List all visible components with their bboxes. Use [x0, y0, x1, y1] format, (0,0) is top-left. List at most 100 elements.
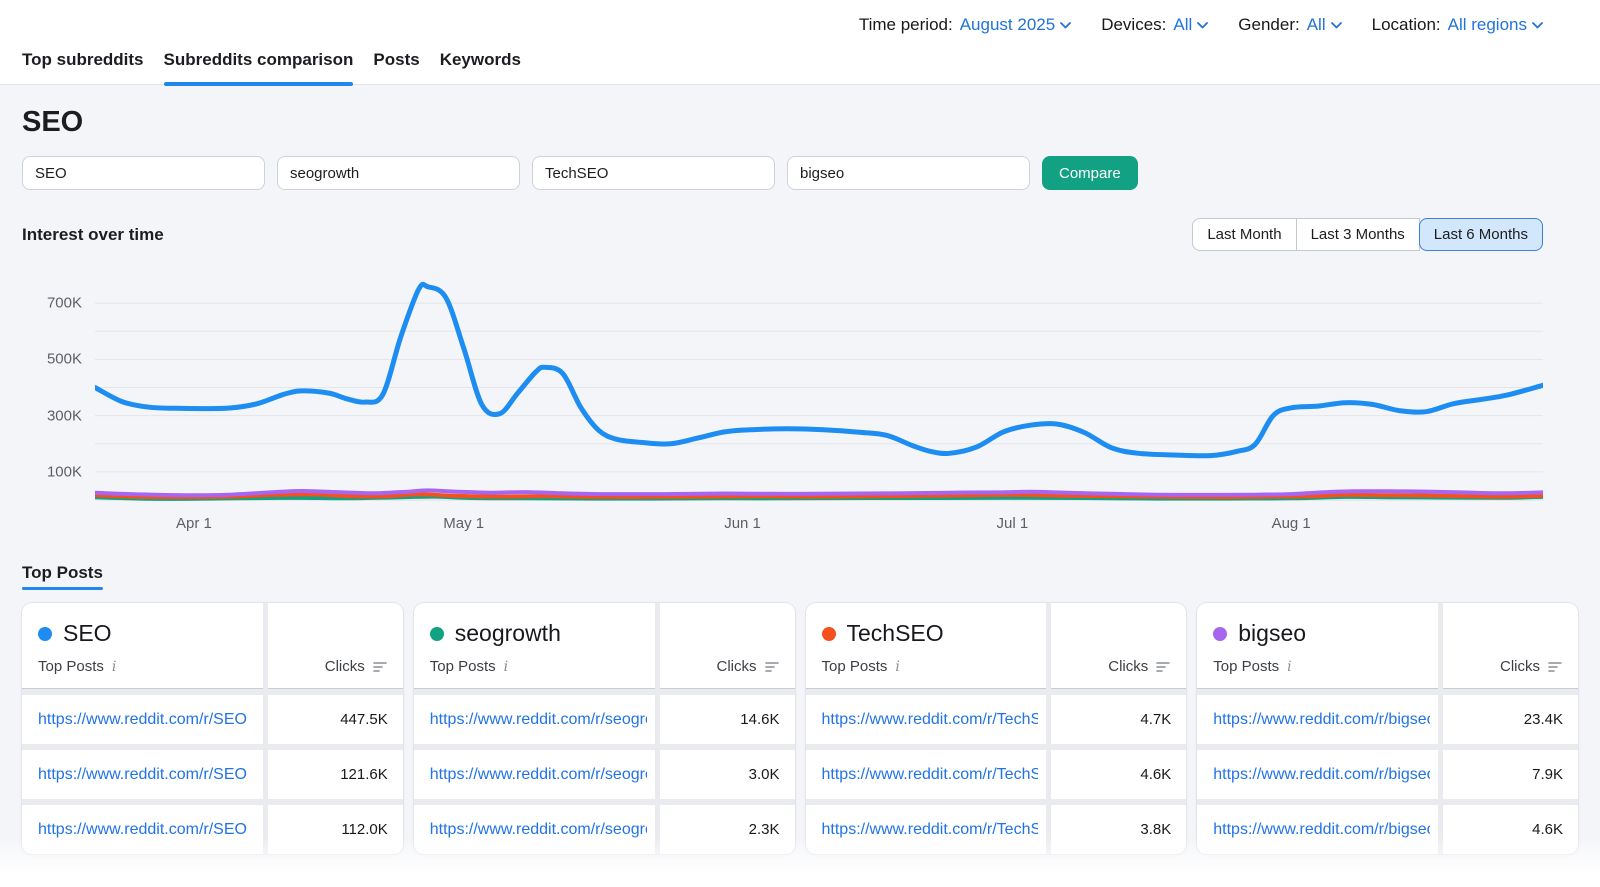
post-clicks-value: 7.9K	[1532, 766, 1563, 783]
tab-subreddits-comparison[interactable]: Subreddits comparison	[164, 39, 354, 84]
top-posts-card-seo: SEO Top Posts i Clicks https://www.reddi…	[22, 603, 403, 854]
post-row-clicks-cell: 447.5K	[268, 695, 403, 744]
interest-chart-area: 700K500K300K100K Apr 1May 1Jun 1Jul 1Aug…	[22, 275, 1578, 541]
subreddit-input-bigseo[interactable]	[787, 156, 1030, 190]
top-posts-card-techseo: TechSEO Top Posts i Clicks https://www.r…	[806, 603, 1187, 854]
chevron-down-icon	[1060, 22, 1071, 29]
posts-column-header: Top Posts i	[430, 658, 645, 675]
post-row-clicks-cell: 23.4K	[1443, 695, 1578, 744]
filter-time-period: Time period: August 2025	[859, 15, 1071, 35]
top-bar: Time period: August 2025 Devices: All	[0, 0, 1600, 85]
time-range-segmented-control: Last Month Last 3 Months Last 6 Months	[1192, 218, 1543, 251]
clicks-column-label: Clicks	[1500, 658, 1540, 675]
subreddit-compare-bar: Compare	[22, 156, 1578, 190]
post-link[interactable]: https://www.reddit.com/r/TechSEO	[822, 711, 1039, 729]
post-clicks-value: 112.0K	[341, 821, 387, 838]
series-line-seo	[95, 284, 1543, 456]
chevron-down-icon	[1197, 22, 1208, 29]
posts-column-header: Top Posts i	[38, 658, 253, 675]
tab-top-subreddits[interactable]: Top subreddits	[22, 39, 144, 84]
post-row-clicks-cell: 112.0K	[268, 805, 403, 854]
post-link[interactable]: https://www.reddit.com/r/bigseo	[1213, 766, 1430, 784]
clicks-column-header[interactable]: Clicks	[1051, 603, 1186, 689]
filter-label: Devices:	[1101, 15, 1166, 35]
post-clicks-value: 121.6K	[340, 766, 388, 783]
post-clicks-value: 4.6K	[1140, 766, 1171, 783]
post-clicks-value: 14.6K	[740, 711, 779, 728]
sort-icon	[1156, 661, 1171, 673]
post-clicks-value: 3.0K	[749, 766, 780, 783]
post-link[interactable]: https://www.reddit.com/r/TechSEO	[822, 821, 1039, 839]
post-row-link-cell: https://www.reddit.com/r/seogrowth	[414, 695, 655, 744]
compare-button[interactable]: Compare	[1042, 156, 1138, 190]
post-row-link-cell: https://www.reddit.com/r/bigseo	[1197, 805, 1438, 854]
post-link[interactable]: https://www.reddit.com/r/seogrowth	[430, 821, 647, 839]
card-header: SEO Top Posts i	[22, 603, 263, 689]
top-posts-heading: Top Posts	[22, 563, 103, 590]
info-icon[interactable]: i	[504, 660, 508, 674]
post-link[interactable]: https://www.reddit.com/r/SEO	[38, 821, 247, 839]
x-axis-label: Jul 1	[997, 515, 1029, 532]
post-row-link-cell: https://www.reddit.com/r/bigseo	[1197, 750, 1438, 799]
post-row-link-cell: https://www.reddit.com/r/SEO	[22, 805, 263, 854]
post-row-clicks-cell: 7.9K	[1443, 750, 1578, 799]
post-row-link-cell: https://www.reddit.com/r/seogrowth	[414, 805, 655, 854]
info-icon[interactable]: i	[1287, 660, 1291, 674]
top-posts-cards: SEO Top Posts i Clicks https://www.reddi…	[22, 603, 1578, 854]
tab-posts[interactable]: Posts	[373, 39, 419, 84]
filter-selected-value: All	[1173, 15, 1192, 35]
clicks-column-header[interactable]: Clicks	[660, 603, 795, 689]
top-posts-card-seogrowth: seogrowth Top Posts i Clicks https://www…	[414, 603, 795, 854]
sort-icon	[765, 661, 780, 673]
range-button-last-month[interactable]: Last Month	[1192, 218, 1296, 251]
post-row-link-cell: https://www.reddit.com/r/seogrowth	[414, 750, 655, 799]
post-row-link-cell: https://www.reddit.com/r/TechSEO	[806, 805, 1047, 854]
axis-spacer	[22, 505, 95, 541]
x-axis-label: Apr 1	[176, 515, 212, 532]
post-link[interactable]: https://www.reddit.com/r/bigseo	[1213, 711, 1430, 729]
posts-column-label: Top Posts	[1213, 658, 1279, 675]
post-link[interactable]: https://www.reddit.com/r/SEO	[38, 766, 247, 784]
post-row-clicks-cell: 3.0K	[660, 750, 795, 799]
filter-dropdown-location[interactable]: All regions	[1448, 15, 1543, 35]
post-row-clicks-cell: 4.6K	[1443, 805, 1578, 854]
post-clicks-value: 2.3K	[749, 821, 780, 838]
post-link[interactable]: https://www.reddit.com/r/TechSEO	[822, 766, 1039, 784]
filter-selected-value: All regions	[1448, 15, 1527, 35]
card-header: bigseo Top Posts i	[1197, 603, 1438, 689]
range-button-last-6-months[interactable]: Last 6 Months	[1419, 218, 1543, 251]
filter-dropdown-gender[interactable]: All	[1307, 15, 1342, 35]
filter-dropdown-time-period[interactable]: August 2025	[960, 15, 1071, 35]
filter-dropdown-devices[interactable]: All	[1173, 15, 1208, 35]
post-row-link-cell: https://www.reddit.com/r/bigseo	[1197, 695, 1438, 744]
chart-y-axis: 700K500K300K100K	[22, 275, 95, 505]
subreddit-input-techseo[interactable]	[532, 156, 775, 190]
filter-label: Time period:	[859, 15, 953, 35]
chevron-down-icon	[1532, 22, 1543, 29]
range-button-last-3-months[interactable]: Last 3 Months	[1296, 218, 1420, 251]
subreddit-input-seogrowth[interactable]	[277, 156, 520, 190]
clicks-column-header[interactable]: Clicks	[268, 603, 403, 689]
series-color-dot	[1213, 627, 1227, 641]
chart-x-axis: Apr 1May 1Jun 1Jul 1Aug 1	[95, 505, 1543, 541]
tab-keywords[interactable]: Keywords	[440, 39, 521, 84]
top-posts-card-bigseo: bigseo Top Posts i Clicks https://www.re…	[1197, 603, 1578, 854]
post-row-link-cell: https://www.reddit.com/r/TechSEO	[806, 695, 1047, 744]
subreddit-input-seo[interactable]	[22, 156, 265, 190]
post-link[interactable]: https://www.reddit.com/r/SEO	[38, 711, 247, 729]
clicks-column-header[interactable]: Clicks	[1443, 603, 1578, 689]
series-color-dot	[430, 627, 444, 641]
y-axis-label: 700K	[47, 295, 82, 312]
post-link[interactable]: https://www.reddit.com/r/bigseo	[1213, 821, 1430, 839]
post-link[interactable]: https://www.reddit.com/r/seogrowth	[430, 766, 647, 784]
post-row-clicks-cell: 121.6K	[268, 750, 403, 799]
post-row-clicks-cell: 4.6K	[1051, 750, 1186, 799]
info-icon[interactable]: i	[895, 660, 899, 674]
post-link[interactable]: https://www.reddit.com/r/seogrowth	[430, 711, 647, 729]
y-axis-label: 100K	[47, 463, 82, 480]
post-clicks-value: 23.4K	[1524, 711, 1563, 728]
info-icon[interactable]: i	[112, 660, 116, 674]
chart-title: Interest over time	[22, 225, 164, 245]
card-header: TechSEO Top Posts i	[806, 603, 1047, 689]
sort-icon	[1548, 661, 1563, 673]
